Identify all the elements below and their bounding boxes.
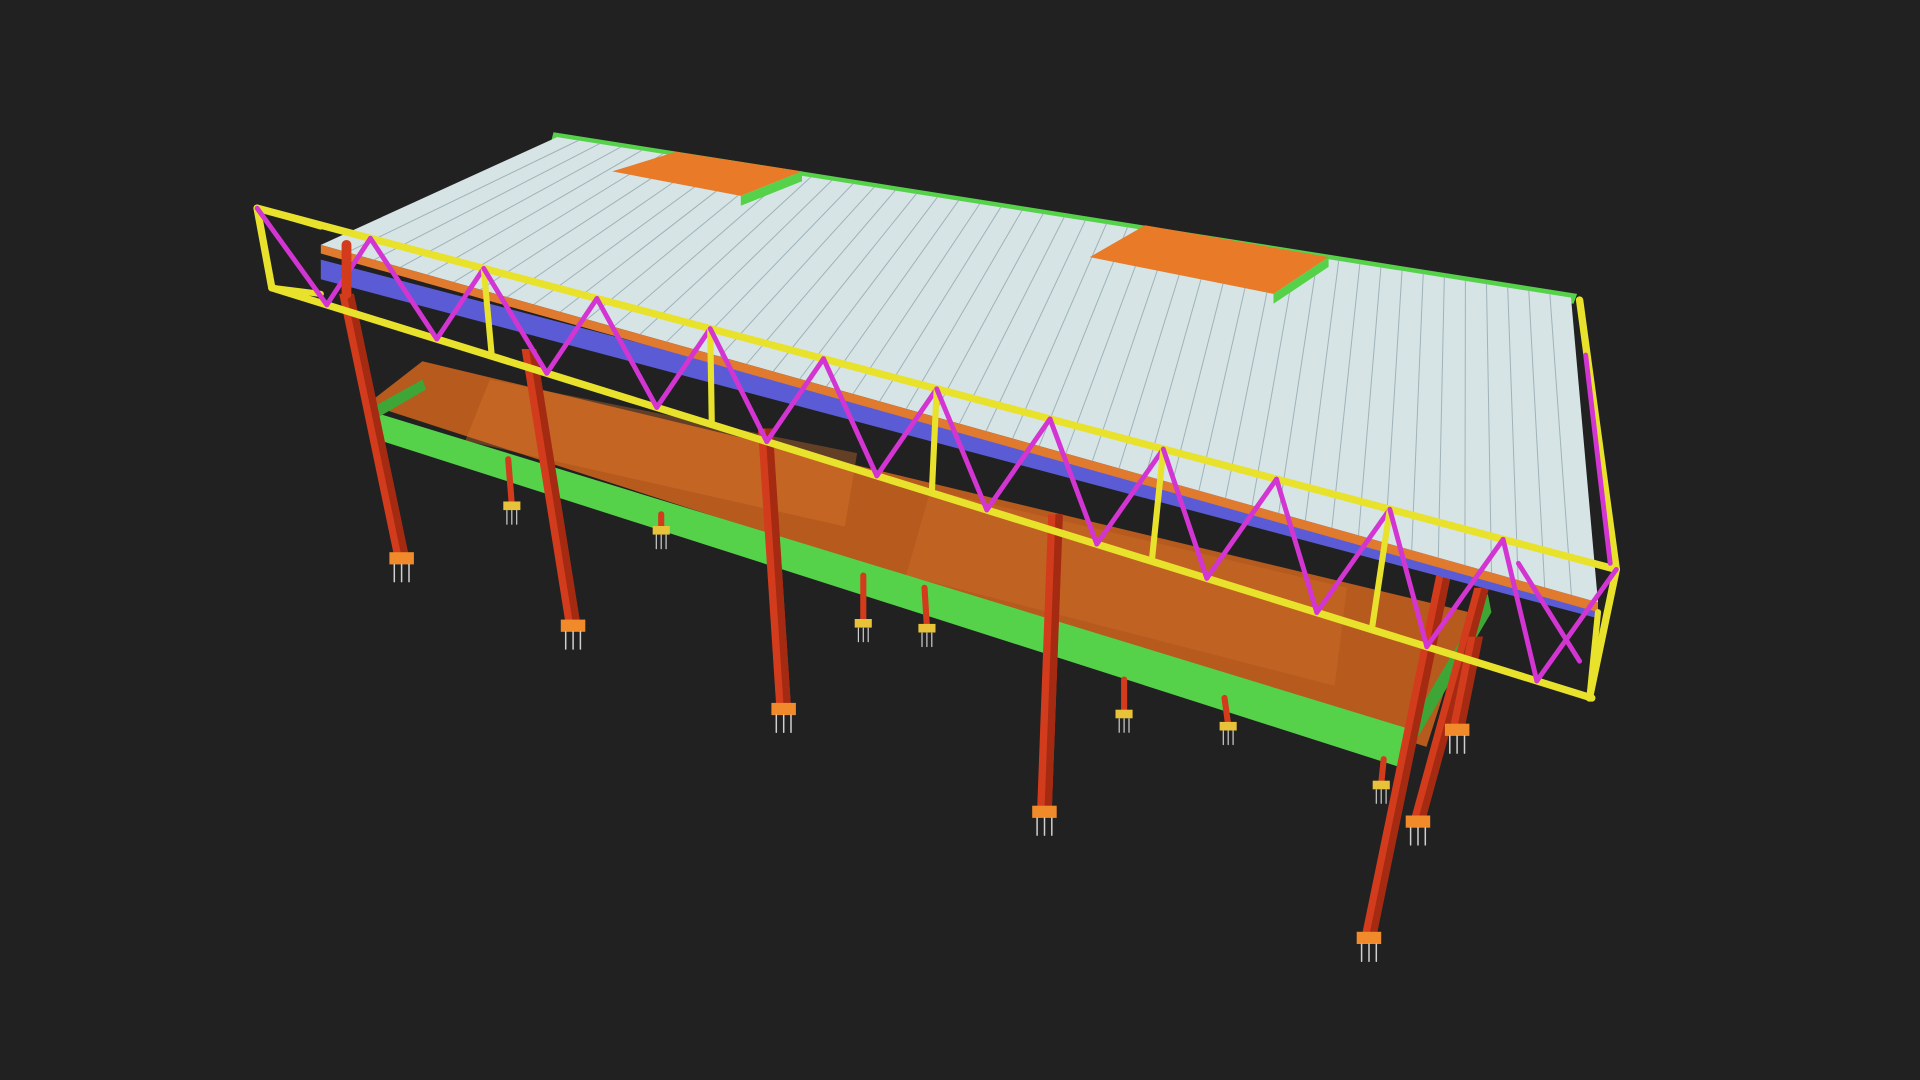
post-bracket [503,501,521,511]
support-post [1378,756,1387,787]
3d-viewport[interactable] [0,0,1920,1080]
post-bracket [918,623,936,633]
post-bracket [854,619,872,628]
support-post [505,456,515,508]
roof-panel-seam [1464,280,1466,566]
truss-right-return [1586,609,1602,702]
column-base-plate [560,619,586,632]
post-bracket [1372,780,1390,790]
column-base-plate [1032,805,1057,818]
column-base-plate [389,552,414,565]
column-base-plate [1444,723,1470,736]
structural-steel-model[interactable] [0,0,1920,1080]
post-bracket [1219,721,1237,731]
post-bracket [1115,709,1133,719]
column-base-plate [771,702,796,716]
support-post [1221,694,1232,728]
column-base-plate [1405,815,1431,828]
support-post [921,584,930,630]
post-bracket [652,526,670,535]
column-base-plate [1356,931,1382,944]
truss-vertical-post [707,325,715,428]
